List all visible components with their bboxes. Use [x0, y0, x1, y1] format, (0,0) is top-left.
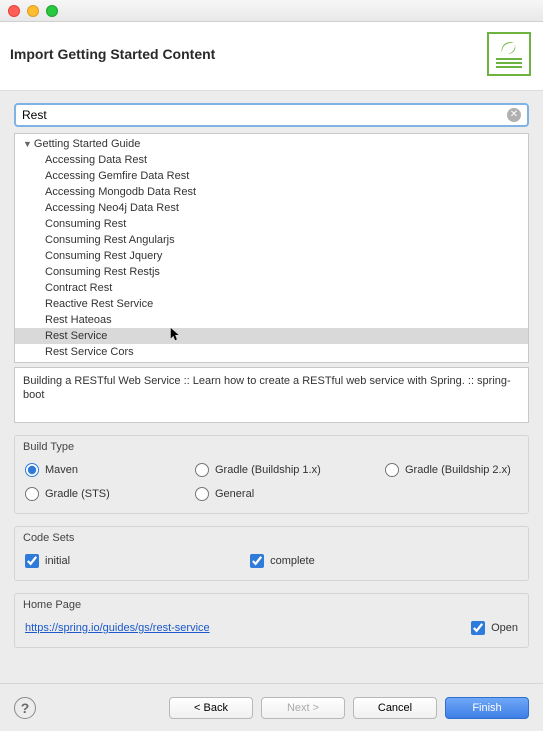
radio-gradle2-input[interactable]	[385, 463, 399, 477]
tree-item[interactable]: Rest Service	[15, 328, 528, 344]
search-input[interactable]	[22, 108, 507, 122]
radio-maven[interactable]: Maven	[25, 463, 155, 477]
tree-item[interactable]: Rest Service Cors	[15, 344, 528, 360]
mouse-cursor-icon	[170, 328, 182, 342]
tree-item[interactable]: Consuming Rest	[15, 216, 528, 232]
radio-gradlests-input[interactable]	[25, 487, 39, 501]
tree-item[interactable]: Consuming Rest Restjs	[15, 264, 528, 280]
guide-tree[interactable]: ▼ Getting Started Guide Accessing Data R…	[14, 133, 529, 363]
tree-item[interactable]: Contract Rest	[15, 280, 528, 296]
tree-root[interactable]: ▼ Getting Started Guide	[15, 136, 528, 152]
code-sets-group: Code Sets initial complete	[14, 526, 529, 581]
disclosure-triangle-icon[interactable]: ▼	[23, 139, 32, 149]
tree-item[interactable]: Consuming Rest Angularjs	[15, 232, 528, 248]
spring-logo-icon	[487, 32, 531, 76]
build-type-group: Build Type Maven Gradle (Buildship 1.x) …	[14, 435, 529, 514]
checkbox-initial[interactable]: initial	[25, 554, 70, 568]
tree-item[interactable]: Reactive Rest Service	[15, 296, 528, 312]
radio-maven-input[interactable]	[25, 463, 39, 477]
home-page-group: Home Page https://spring.io/guides/gs/re…	[14, 593, 529, 648]
tree-item[interactable]: Rest Hateoas	[15, 312, 528, 328]
search-input-wrapper: ✕	[14, 103, 529, 127]
checkbox-initial-input[interactable]	[25, 554, 39, 568]
checkbox-complete[interactable]: complete	[250, 554, 315, 568]
home-page-link[interactable]: https://spring.io/guides/gs/rest-service	[25, 622, 210, 634]
radio-gradle-sts[interactable]: Gradle (STS)	[25, 487, 155, 501]
tree-root-label: Getting Started Guide	[34, 138, 140, 150]
checkbox-open-input[interactable]	[471, 621, 485, 635]
guide-description: Building a RESTful Web Service :: Learn …	[14, 367, 529, 423]
code-sets-label: Code Sets	[15, 527, 528, 544]
help-button[interactable]: ?	[14, 697, 36, 719]
window-titlebar	[0, 0, 543, 22]
radio-gradle-buildship-2[interactable]: Gradle (Buildship 2.x)	[385, 463, 511, 477]
tree-item[interactable]: Accessing Neo4j Data Rest	[15, 200, 528, 216]
tree-item[interactable]: Accessing Mongodb Data Rest	[15, 184, 528, 200]
clear-search-icon[interactable]: ✕	[507, 108, 521, 122]
dialog-footer: ? < Back Next > Cancel Finish	[0, 683, 543, 731]
next-button: Next >	[261, 697, 345, 719]
home-page-label: Home Page	[15, 594, 528, 611]
radio-gradle-buildship-1[interactable]: Gradle (Buildship 1.x)	[195, 463, 345, 477]
zoom-window-button[interactable]	[46, 5, 58, 17]
build-type-label: Build Type	[15, 436, 528, 453]
radio-general-input[interactable]	[195, 487, 209, 501]
tree-item[interactable]: Consuming Rest Jquery	[15, 248, 528, 264]
minimize-window-button[interactable]	[27, 5, 39, 17]
checkbox-open[interactable]: Open	[471, 621, 518, 635]
dialog-header: Import Getting Started Content	[0, 22, 543, 91]
cancel-button[interactable]: Cancel	[353, 697, 437, 719]
close-window-button[interactable]	[8, 5, 20, 17]
radio-general[interactable]: General	[195, 487, 254, 501]
tree-item[interactable]: Accessing Data Rest	[15, 152, 528, 168]
radio-gradle1-input[interactable]	[195, 463, 209, 477]
finish-button[interactable]: Finish	[445, 697, 529, 719]
checkbox-complete-input[interactable]	[250, 554, 264, 568]
dialog-title: Import Getting Started Content	[10, 46, 215, 62]
back-button[interactable]: < Back	[169, 697, 253, 719]
tree-item[interactable]: Accessing Gemfire Data Rest	[15, 168, 528, 184]
